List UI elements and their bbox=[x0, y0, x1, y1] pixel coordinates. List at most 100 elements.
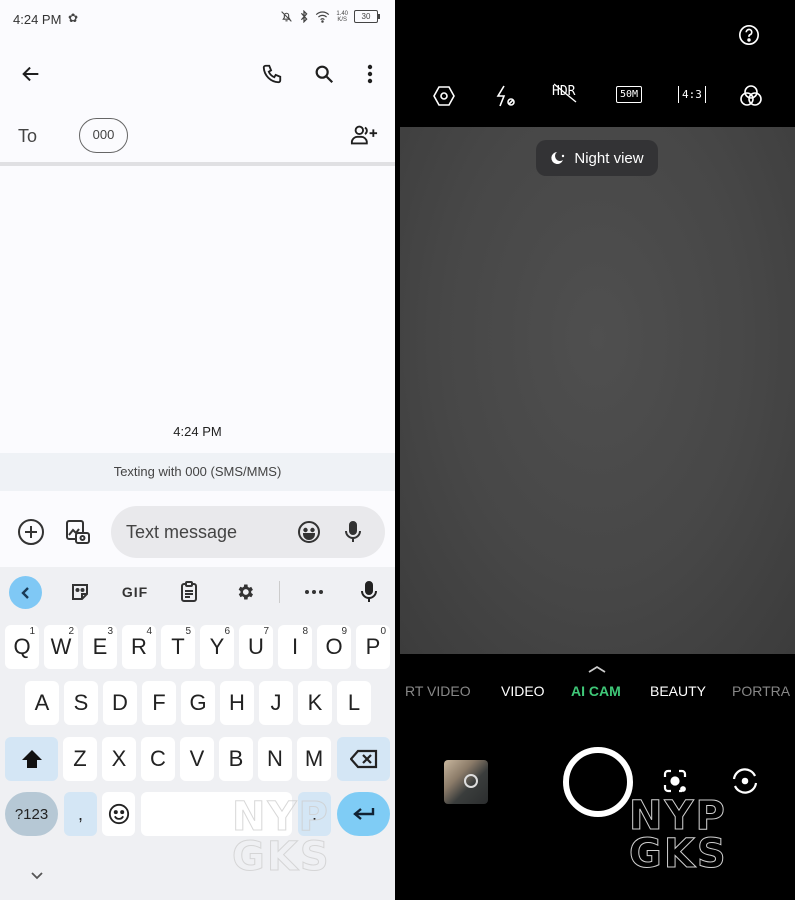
scene-badge[interactable]: Night view bbox=[536, 140, 658, 176]
emoji-key[interactable] bbox=[102, 792, 135, 836]
key-k[interactable]: K bbox=[298, 681, 332, 725]
mode-video[interactable]: VIDEO bbox=[501, 683, 545, 699]
enter-icon bbox=[352, 808, 374, 820]
key-label: U bbox=[248, 634, 264, 659]
network-speed-value: 1.40 bbox=[336, 10, 348, 17]
aspect-ratio-button[interactable]: 4:3 bbox=[678, 86, 706, 103]
key-y[interactable]: Y6 bbox=[200, 625, 234, 669]
key-z[interactable]: Z bbox=[63, 737, 97, 781]
compose-bar: Text message bbox=[0, 503, 395, 561]
voice-input-button[interactable] bbox=[335, 514, 371, 550]
attach-button[interactable] bbox=[13, 514, 49, 550]
status-time: 4:24 PM bbox=[13, 12, 62, 27]
gif-button[interactable]: GIF bbox=[118, 581, 152, 603]
key-s[interactable]: S bbox=[64, 681, 98, 725]
flash-auto-icon bbox=[496, 85, 515, 107]
key-label: R bbox=[131, 634, 147, 659]
key-label: O bbox=[325, 634, 343, 659]
phone-icon bbox=[262, 64, 282, 84]
camera-settings-button[interactable] bbox=[432, 84, 456, 108]
back-button[interactable] bbox=[13, 56, 49, 92]
watermark-bottom: GKS bbox=[629, 831, 728, 877]
call-button[interactable] bbox=[254, 56, 290, 92]
key-v[interactable]: V bbox=[180, 737, 214, 781]
key-c[interactable]: C bbox=[141, 737, 175, 781]
key-p[interactable]: P0 bbox=[356, 625, 390, 669]
flip-camera-button[interactable] bbox=[731, 767, 759, 795]
app-bar bbox=[0, 50, 395, 100]
more-horiz-icon bbox=[305, 590, 323, 594]
plus-circle-icon bbox=[18, 519, 44, 545]
key-h[interactable]: H bbox=[220, 681, 254, 725]
more-options-button[interactable] bbox=[352, 56, 388, 92]
key-b[interactable]: B bbox=[219, 737, 253, 781]
network-speed: 1.40 K/S bbox=[336, 11, 348, 23]
sticker-button[interactable] bbox=[69, 581, 91, 603]
key-u[interactable]: U7 bbox=[239, 625, 273, 669]
key-number-hint: 9 bbox=[341, 626, 347, 637]
watermark-top: NYP bbox=[629, 793, 727, 839]
resolution-button[interactable]: 50M bbox=[616, 86, 643, 103]
texting-info-bar: Texting with 000 (SMS/MMS) bbox=[0, 453, 395, 491]
key-number-hint: 2 bbox=[68, 626, 74, 637]
enter-key[interactable] bbox=[337, 792, 390, 836]
arrow-left-icon bbox=[22, 66, 39, 82]
search-icon bbox=[315, 65, 334, 84]
key-g[interactable]: G bbox=[181, 681, 215, 725]
key-o[interactable]: O9 bbox=[317, 625, 351, 669]
key-r[interactable]: R4 bbox=[122, 625, 156, 669]
thumbnail-image-detail bbox=[464, 774, 478, 788]
more-modes-button[interactable] bbox=[587, 660, 607, 678]
mode-portrait-video[interactable]: RT VIDEO bbox=[405, 683, 471, 699]
comma-key[interactable]: , bbox=[64, 792, 97, 836]
search-button[interactable] bbox=[306, 56, 342, 92]
key-x[interactable]: X bbox=[102, 737, 136, 781]
emoji-button[interactable] bbox=[291, 514, 327, 550]
gallery-button[interactable] bbox=[60, 514, 96, 550]
camera-viewfinder[interactable]: Night view bbox=[400, 127, 795, 654]
gallery-thumbnail[interactable] bbox=[444, 760, 488, 804]
key-e[interactable]: E3 bbox=[83, 625, 117, 669]
keyboard-settings-button[interactable] bbox=[234, 581, 256, 603]
symbols-key[interactable]: ?123 bbox=[5, 792, 58, 836]
key-a[interactable]: A bbox=[25, 681, 59, 725]
google-lens-icon bbox=[663, 769, 687, 793]
key-f[interactable]: F bbox=[142, 681, 176, 725]
mode-portrait[interactable]: PORTRA bbox=[732, 683, 790, 699]
message-input[interactable]: Text message bbox=[111, 506, 385, 558]
keyboard-voice-button[interactable] bbox=[358, 581, 380, 603]
mode-ai-cam[interactable]: AI CAM bbox=[571, 683, 621, 699]
key-m[interactable]: M bbox=[297, 737, 331, 781]
key-t[interactable]: T5 bbox=[161, 625, 195, 669]
more-tools-button[interactable] bbox=[302, 581, 326, 603]
mode-beauty[interactable]: BEAUTY bbox=[650, 683, 706, 699]
key-j[interactable]: J bbox=[259, 681, 293, 725]
key-n[interactable]: N bbox=[258, 737, 292, 781]
hide-keyboard-button[interactable] bbox=[30, 867, 44, 885]
key-i[interactable]: I8 bbox=[278, 625, 312, 669]
chevron-down-icon bbox=[31, 872, 43, 880]
watermark-top: NYP bbox=[232, 794, 330, 840]
shift-key[interactable] bbox=[5, 737, 58, 781]
key-label: I bbox=[291, 634, 299, 659]
key-w[interactable]: W2 bbox=[44, 625, 78, 669]
hdr-button[interactable]: HDR bbox=[552, 83, 577, 103]
key-d[interactable]: D bbox=[103, 681, 137, 725]
message-placeholder: Text message bbox=[126, 522, 238, 542]
lens-button[interactable] bbox=[663, 769, 687, 793]
help-button[interactable] bbox=[738, 24, 760, 46]
conversation-timestamp: 4:24 PM bbox=[173, 424, 222, 439]
backspace-key[interactable] bbox=[337, 737, 390, 781]
key-l[interactable]: L bbox=[337, 681, 371, 725]
clipboard-button[interactable] bbox=[178, 581, 200, 603]
add-recipient-button[interactable] bbox=[346, 117, 382, 153]
filters-button[interactable] bbox=[739, 84, 763, 108]
flash-button[interactable] bbox=[495, 84, 517, 108]
keyboard-back-button[interactable] bbox=[9, 576, 42, 609]
bluetooth-icon bbox=[301, 10, 308, 23]
recipient-chip[interactable]: 000 bbox=[79, 118, 128, 153]
key-q[interactable]: Q1 bbox=[5, 625, 39, 669]
more-vert-icon bbox=[367, 64, 373, 84]
shutter-button[interactable] bbox=[563, 747, 633, 817]
shift-icon bbox=[21, 750, 42, 768]
